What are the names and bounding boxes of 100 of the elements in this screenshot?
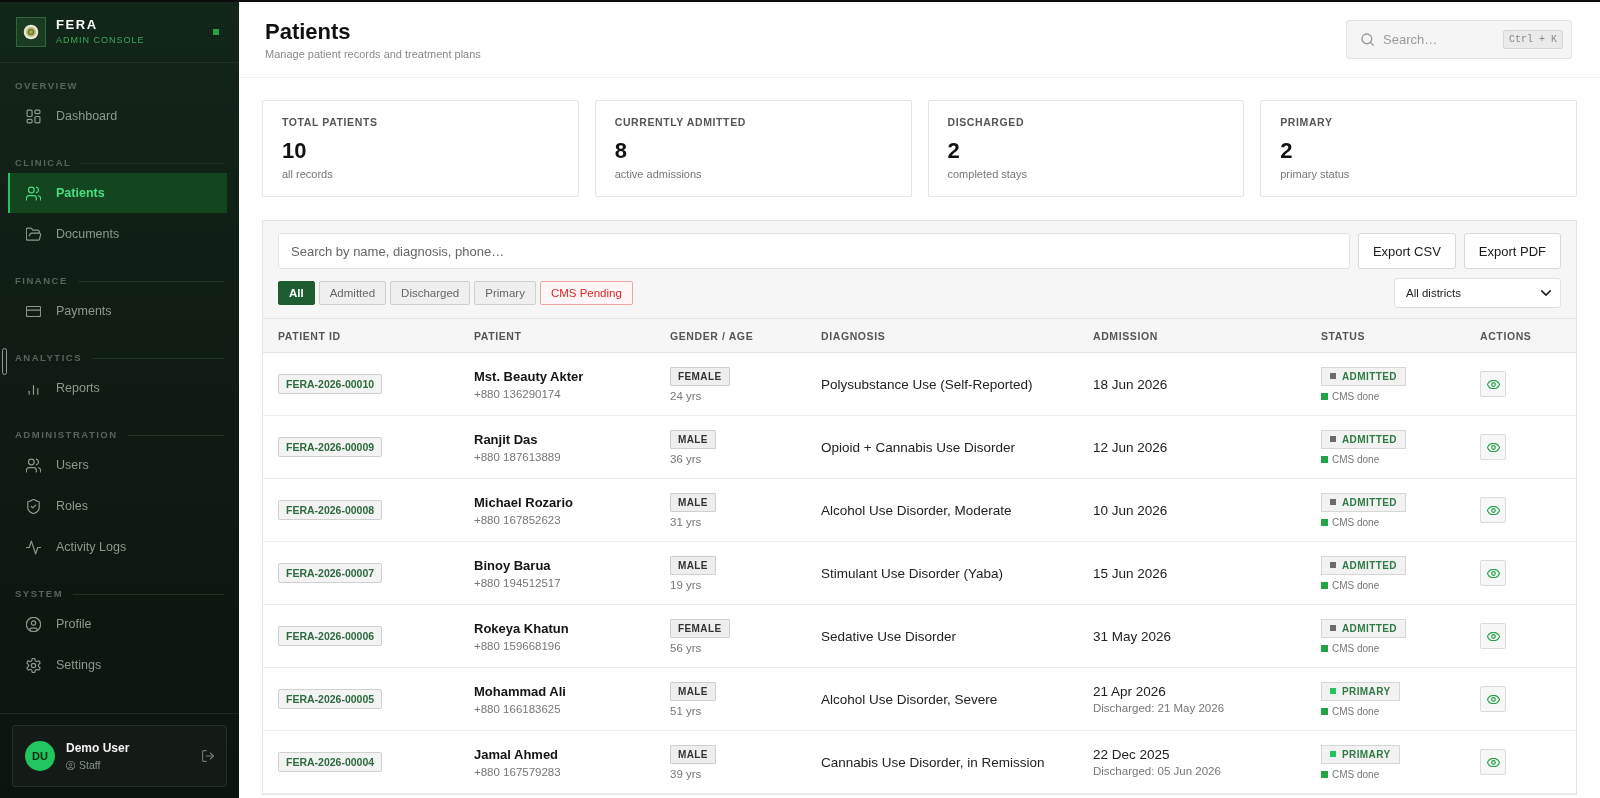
filter-chip[interactable]: CMS Pending	[539, 281, 633, 305]
column-header: ADMISSION	[1093, 329, 1159, 342]
export-button[interactable]: Export CSV	[1357, 233, 1456, 269]
nav-item[interactable]: Profile	[8, 604, 227, 644]
filter-chip[interactable]: Primary	[474, 281, 536, 305]
nav-item[interactable]: Dashboard	[8, 96, 227, 136]
admission-date: 21 Apr 2026	[1093, 684, 1166, 699]
view-button[interactable]	[1480, 560, 1506, 586]
status-label: PRIMARY	[1342, 748, 1391, 760]
search-field[interactable]: Search by name, diagnosis, phone…	[278, 233, 1350, 269]
stat-caption: active admissions	[614, 168, 703, 181]
brand-subtitle: ADMIN CONSOLE	[56, 35, 145, 46]
patient-id-badge: FERA-2026-00010	[278, 374, 383, 394]
admission-date: 18 Jun 2026	[1093, 376, 1168, 392]
section-label: OVERVIEW	[15, 80, 79, 92]
view-button[interactable]	[1480, 497, 1506, 523]
discharge-date: Discharged: 21 May 2026	[1093, 702, 1225, 714]
patient-phone: +880 194512517	[474, 576, 561, 589]
filter-chip[interactable]: All	[278, 281, 315, 305]
nav-item[interactable]: Settings	[8, 645, 227, 685]
patient-phone: +880 166183625	[474, 702, 561, 715]
patient-id-badge: FERA-2026-00006	[278, 626, 383, 646]
cms-status-text: CMS done	[1332, 705, 1380, 717]
stat-caption: all records	[282, 168, 334, 181]
admission-date: 10 Jun 2026	[1093, 502, 1168, 518]
patient-id-badge: FERA-2026-00004	[278, 752, 383, 772]
logout-button[interactable]	[202, 750, 214, 762]
diagnosis-text: Alcohol Use Disorder, Moderate	[821, 502, 1012, 518]
shield-check-icon	[26, 498, 41, 514]
patient-phone: +880 167579283	[474, 765, 561, 778]
patient-id-badge: FERA-2026-00005	[278, 689, 383, 709]
view-button[interactable]	[1480, 371, 1506, 397]
eye-icon	[1486, 568, 1500, 578]
patient-name: Binoy Barua	[474, 557, 551, 573]
user-name: Demo User	[66, 741, 130, 755]
diagnosis-text: Stimulant Use Disorder (Yaba)	[821, 565, 1004, 581]
grid-icon	[26, 108, 41, 124]
stat-label: TOTAL PATIENTS	[282, 116, 379, 129]
nav-item[interactable]: Users	[8, 445, 227, 485]
stat-label: CURRENTLY ADMITTED	[614, 116, 747, 129]
patient-name: Ranjit Das	[474, 431, 538, 447]
view-button[interactable]	[1480, 749, 1506, 775]
user-role: Staff	[79, 759, 101, 771]
filter-chip[interactable]: Admitted	[318, 281, 387, 305]
district-select[interactable]: All districts	[1394, 278, 1561, 308]
section-label: ANALYTICS	[15, 352, 82, 364]
folder-icon	[26, 226, 41, 242]
eye-icon	[1486, 757, 1500, 767]
status-label: ADMITTED	[1342, 559, 1397, 571]
scrollbar-thumb[interactable]	[2, 348, 7, 375]
gender-badge: MALE	[670, 744, 716, 764]
section-label: SYSTEM	[15, 588, 64, 600]
gender-badge: MALE	[670, 429, 716, 449]
nav-item[interactable]: Activity Logs	[8, 527, 227, 567]
column-header: DIAGNOSIS	[821, 329, 887, 342]
discharge-date: Discharged: 05 Jun 2026	[1093, 765, 1221, 777]
patient-phone: +880 167852623	[474, 513, 561, 526]
view-button[interactable]	[1480, 434, 1506, 460]
gender-badge: FEMALE	[670, 366, 730, 386]
nav-item[interactable]: Documents	[8, 214, 227, 254]
eye-icon	[1486, 442, 1500, 452]
nav-item[interactable]: Patients	[8, 173, 227, 213]
diagnosis-text: Sedative Use Disorder	[821, 628, 957, 644]
settings-icon	[26, 657, 41, 673]
patient-age: 36 yrs	[670, 452, 702, 465]
stat-value: 8	[614, 138, 628, 164]
filter-chip[interactable]: Discharged	[390, 281, 471, 305]
stat-label: DISCHARGED	[947, 116, 1026, 129]
patient-age: 56 yrs	[670, 641, 702, 654]
admission-date: 22 Dec 2025	[1093, 747, 1170, 762]
column-header: GENDER / AGE	[670, 329, 755, 342]
admission-date: 31 May 2026	[1093, 628, 1172, 644]
column-header: PATIENT ID	[278, 329, 342, 342]
diagnosis-text: Opioid + Cannabis Use Disorder	[821, 439, 1015, 455]
diagnosis-text: Cannabis Use Disorder, in Remission	[821, 754, 1045, 770]
nav-item[interactable]: Reports	[8, 368, 227, 408]
patient-name: Mst. Beauty Akter	[474, 368, 584, 384]
search-icon	[1361, 33, 1374, 46]
patient-age: 24 yrs	[670, 389, 702, 402]
gender-badge: MALE	[670, 681, 716, 701]
cms-status-text: CMS done	[1332, 516, 1380, 528]
patient-id-badge: FERA-2026-00008	[278, 500, 383, 520]
card-icon	[26, 303, 41, 319]
patient-name: Mohammad Ali	[474, 683, 566, 699]
status-label: ADMITTED	[1342, 433, 1397, 445]
stat-label: PRIMARY	[1280, 116, 1334, 129]
view-button[interactable]	[1480, 623, 1506, 649]
export-button[interactable]: Export PDF	[1463, 233, 1561, 269]
logout-icon	[202, 750, 214, 762]
view-button[interactable]	[1480, 686, 1506, 712]
patient-name: Michael Rozario	[474, 494, 573, 510]
patient-id-badge: FERA-2026-00009	[278, 437, 383, 457]
patient-age: 39 yrs	[670, 767, 702, 780]
status-label: PRIMARY	[1342, 685, 1391, 697]
people-icon	[26, 457, 41, 473]
patient-age: 19 yrs	[670, 578, 702, 591]
admission-date: 15 Jun 2026	[1093, 565, 1168, 581]
nav-item[interactable]: Payments	[8, 291, 227, 331]
cms-status-text: CMS done	[1332, 768, 1380, 780]
nav-item[interactable]: Roles	[8, 486, 227, 526]
